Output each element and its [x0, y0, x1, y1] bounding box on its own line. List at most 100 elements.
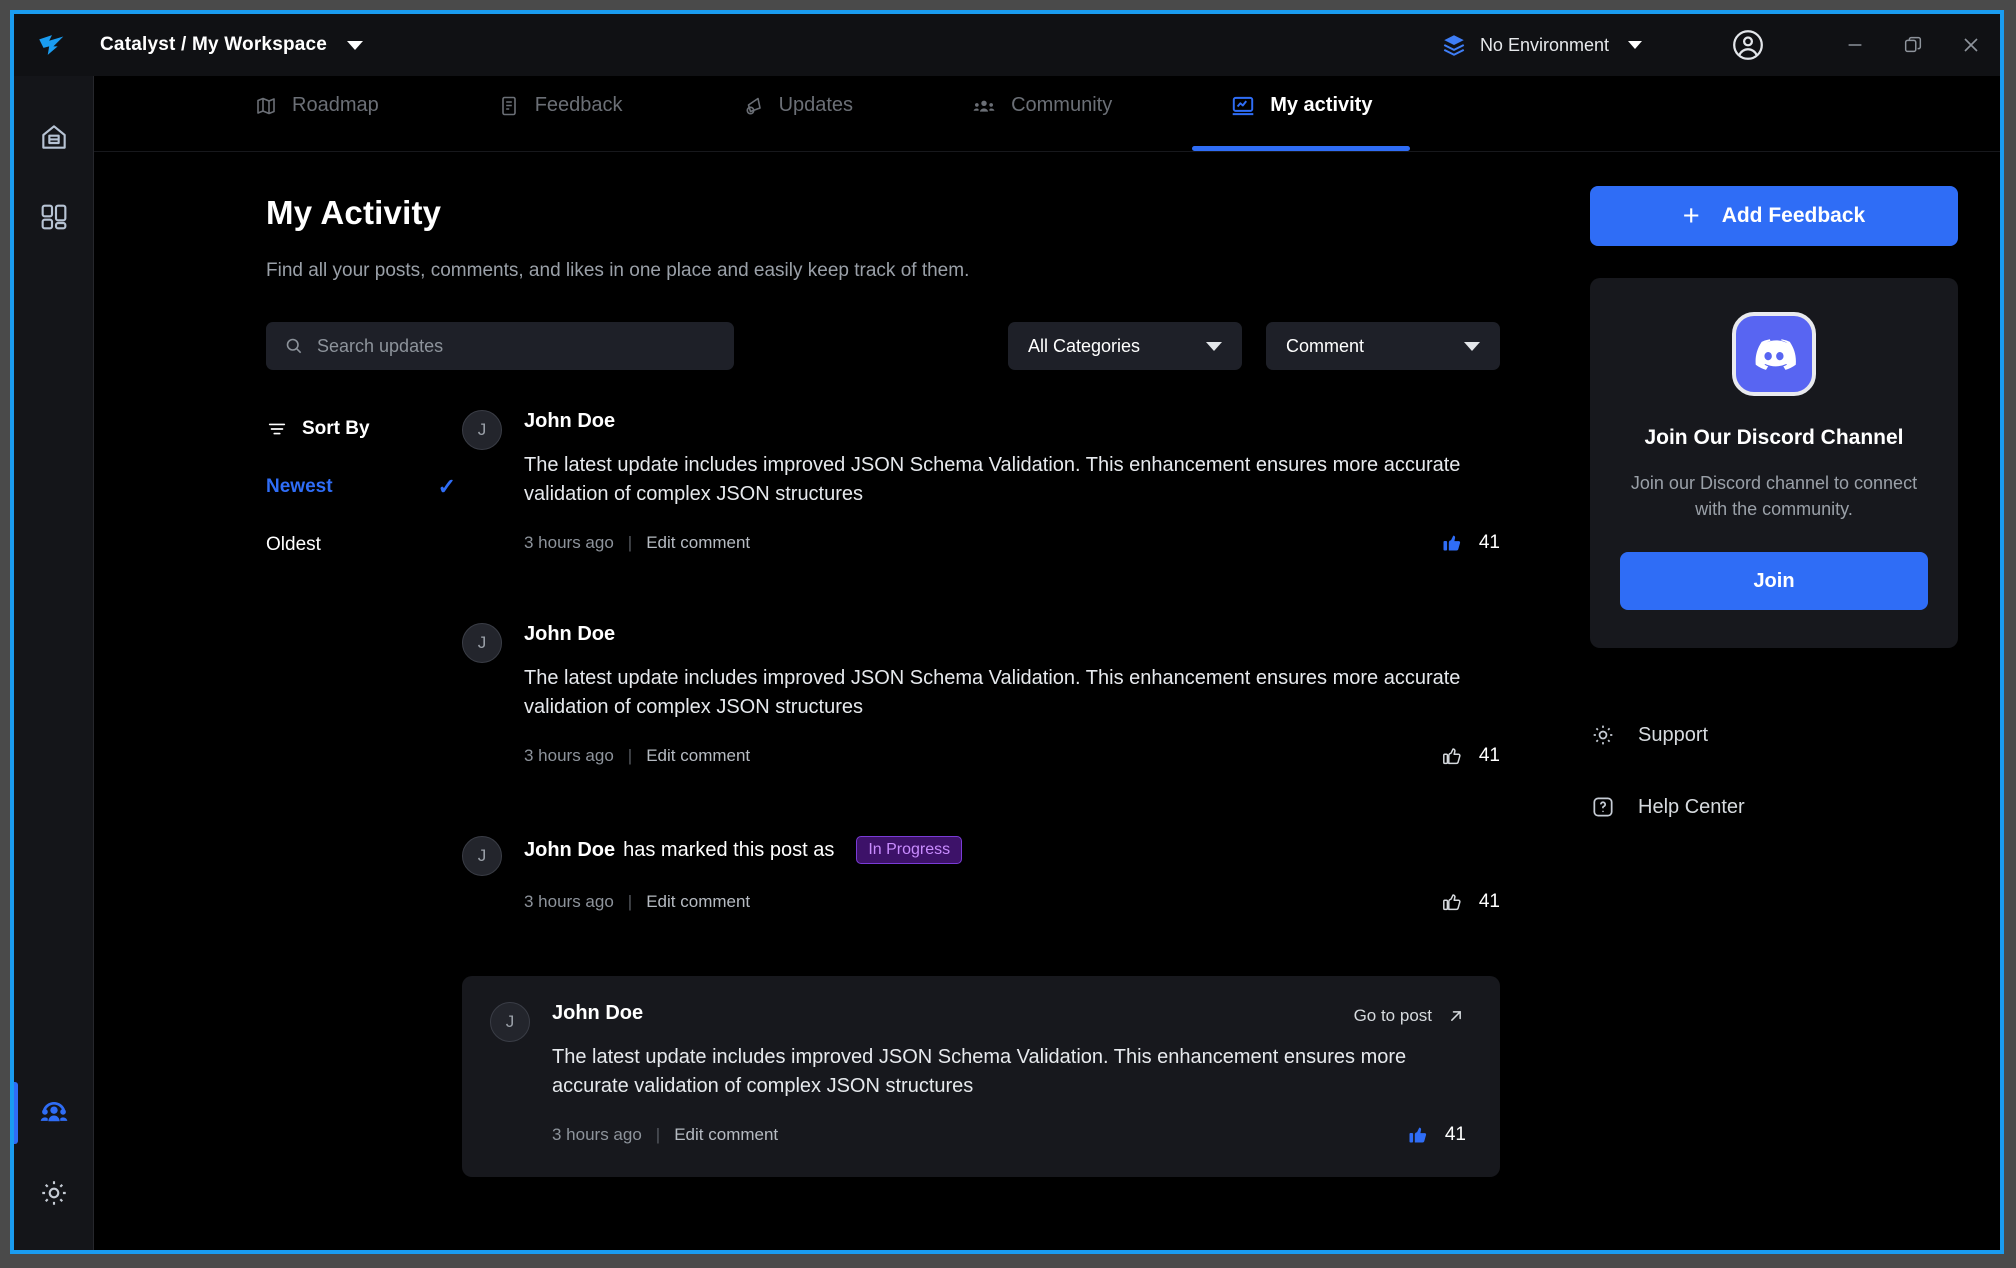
chevron-down-icon	[1464, 342, 1480, 351]
join-discord-button[interactable]: Join	[1620, 552, 1928, 610]
discord-icon	[1732, 312, 1816, 396]
edit-comment-link[interactable]: Edit comment	[646, 892, 750, 912]
go-to-post-label: Go to post	[1354, 1006, 1432, 1026]
layers-icon	[1441, 32, 1467, 58]
activity-item-body: John Doe The latest update includes impr…	[524, 623, 1500, 768]
tab-label: Community	[1011, 94, 1112, 117]
tab-community[interactable]: Community	[971, 76, 1112, 151]
edit-comment-link[interactable]: Edit comment	[646, 746, 750, 766]
environment-label: No Environment	[1480, 35, 1609, 56]
restore-window-icon[interactable]	[1884, 14, 1942, 76]
grid-apps-icon[interactable]	[25, 188, 83, 246]
activity-item-highlighted[interactable]: J John Doe The latest update includes im…	[462, 976, 1500, 1177]
window-body: Roadmap Feedback	[14, 76, 2000, 1250]
timestamp: 3 hours ago	[524, 746, 614, 766]
activity-meta: 3 hours ago | Edit comment	[524, 890, 1500, 914]
check-icon: ✓	[438, 474, 456, 500]
thumbs-up-outline-icon[interactable]	[1441, 890, 1465, 914]
discord-promo-card: Join Our Discord Channel Join our Discor…	[1590, 278, 1958, 648]
activity-item[interactable]: J John Doe The latest update includes im…	[462, 410, 1500, 581]
author-name: John Doe	[524, 410, 615, 433]
activity-area: Sort By Newest ✓ Oldest	[266, 406, 1564, 1177]
filter-row: All Categories Comment	[266, 322, 1564, 370]
like-group[interactable]: 41	[1407, 1123, 1466, 1147]
activity-text: The latest update includes improved JSON…	[524, 664, 1464, 722]
environment-selector[interactable]: No Environment	[1441, 32, 1648, 58]
like-group[interactable]: 41	[1441, 890, 1500, 914]
tab-label: Roadmap	[292, 94, 379, 117]
activity-action-text: has marked this post as	[623, 839, 834, 862]
activity-item[interactable]: J John Doe has marked this post as In Pr…	[462, 836, 1500, 940]
sort-filter-icon	[266, 418, 288, 440]
activity-meta: 3 hours ago | Edit comment	[552, 1123, 1466, 1147]
edit-comment-link[interactable]: Edit comment	[674, 1125, 778, 1145]
chevron-down-icon	[1206, 342, 1222, 351]
help-center-label: Help Center	[1638, 796, 1745, 819]
bird-logo-icon[interactable]	[32, 25, 72, 65]
status-badge: In Progress	[856, 836, 962, 864]
help-center-link[interactable]: Help Center	[1590, 794, 1958, 820]
tab-my-activity[interactable]: My activity	[1230, 76, 1372, 151]
tab-label: Updates	[779, 94, 854, 117]
account-circle-icon[interactable]	[1730, 27, 1766, 63]
search-input[interactable]	[317, 336, 716, 357]
sort-by-header: Sort By	[266, 418, 462, 440]
right-sidebar: + Add Feedback Join Our Discord Channel …	[1564, 152, 2000, 1250]
activity-item[interactable]: J John Doe The latest update includes im…	[462, 623, 1500, 794]
tab-label: My activity	[1270, 94, 1372, 117]
plus-icon: +	[1683, 202, 1700, 231]
add-feedback-button[interactable]: + Add Feedback	[1590, 186, 1958, 246]
activity-meta: 3 hours ago | Edit comment	[524, 744, 1500, 768]
home-icon[interactable]	[25, 108, 83, 166]
type-filter-label: Comment	[1286, 336, 1364, 357]
like-group[interactable]: 41	[1441, 744, 1500, 768]
chevron-down-icon	[1628, 41, 1642, 49]
go-to-post-link[interactable]: Go to post	[1354, 1006, 1466, 1026]
support-link[interactable]: Support	[1590, 722, 1958, 748]
sort-option-oldest[interactable]: Oldest	[266, 534, 456, 556]
close-icon[interactable]	[1942, 14, 2000, 76]
arrow-up-right-icon	[1446, 1006, 1466, 1026]
gear-icon[interactable]	[25, 1164, 83, 1222]
minimize-icon[interactable]	[1826, 14, 1884, 76]
type-filter-dropdown[interactable]: Comment	[1266, 322, 1500, 370]
thumbs-up-filled-icon[interactable]	[1441, 531, 1465, 555]
activity-author-line: John Doe	[524, 410, 1500, 433]
search-box[interactable]	[266, 322, 734, 370]
support-label: Support	[1638, 724, 1708, 747]
category-filter-dropdown[interactable]: All Categories	[1008, 322, 1242, 370]
nav-tabs: Roadmap Feedback	[94, 76, 2000, 152]
meta-separator: |	[628, 892, 632, 912]
activity-author-line: John Doe	[524, 623, 1500, 646]
sort-panel: Sort By Newest ✓ Oldest	[266, 406, 462, 1177]
page-subtitle: Find all your posts, comments, and likes…	[266, 260, 1564, 282]
avatar: J	[462, 623, 502, 663]
activity-item-body: John Doe The latest update includes impr…	[524, 410, 1500, 555]
promo-subtitle: Join our Discord channel to connect with…	[1620, 470, 1928, 522]
sort-option-newest[interactable]: Newest ✓	[266, 474, 456, 500]
sort-by-label: Sort By	[302, 418, 370, 440]
people-group-icon[interactable]	[25, 1084, 83, 1142]
tab-roadmap[interactable]: Roadmap	[254, 76, 379, 151]
feedback-list-icon	[497, 94, 521, 118]
chevron-down-icon[interactable]	[347, 41, 363, 50]
tab-feedback[interactable]: Feedback	[497, 76, 623, 151]
like-count: 41	[1479, 532, 1500, 554]
thumbs-up-filled-icon[interactable]	[1407, 1123, 1431, 1147]
content-columns: My Activity Find all your posts, comment…	[94, 152, 2000, 1250]
activity-feed: J John Doe The latest update includes im…	[462, 406, 1500, 1177]
tab-label: Feedback	[535, 94, 623, 117]
like-group[interactable]: 41	[1441, 531, 1500, 555]
timestamp: 3 hours ago	[552, 1125, 642, 1145]
desktop-background: Catalyst / My Workspace No Environment	[0, 0, 2016, 1268]
activity-author-line: John Doe has marked this post as In Prog…	[524, 836, 1500, 864]
avatar: J	[462, 410, 502, 450]
activity-text: The latest update includes improved JSON…	[552, 1043, 1466, 1101]
workspace-title[interactable]: Catalyst / My Workspace	[100, 34, 327, 56]
author-name: John Doe	[524, 623, 615, 646]
edit-comment-link[interactable]: Edit comment	[646, 533, 750, 553]
thumbs-up-outline-icon[interactable]	[1441, 744, 1465, 768]
tab-updates[interactable]: Updates	[741, 76, 854, 151]
titlebar-right: No Environment	[1441, 14, 2000, 76]
meta-separator: |	[628, 746, 632, 766]
